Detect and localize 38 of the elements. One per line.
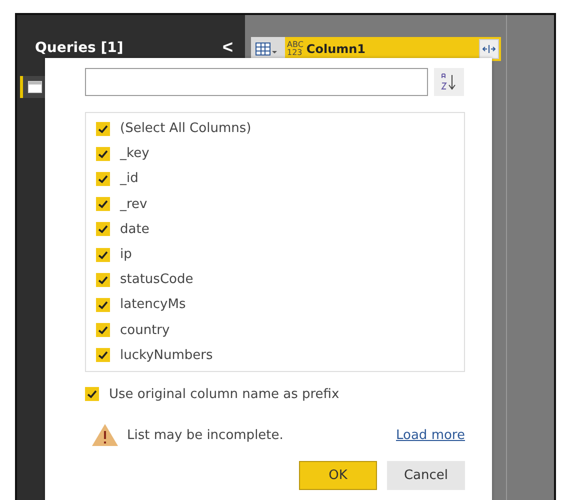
table-menu-icon[interactable]	[255, 41, 279, 57]
expand-button[interactable]	[479, 39, 499, 59]
checkbox[interactable]	[96, 248, 110, 262]
column-option[interactable]: _key	[120, 146, 150, 162]
checkbox[interactable]	[96, 122, 110, 136]
column-option[interactable]: statusCode	[120, 272, 194, 288]
checkbox[interactable]	[96, 172, 110, 186]
column-name: Column1	[306, 42, 367, 56]
warning-text: List may be incomplete.	[127, 428, 284, 443]
checkbox[interactable]	[85, 387, 99, 402]
checkbox[interactable]	[96, 272, 110, 287]
cancel-button[interactable]: Cancel	[387, 461, 465, 490]
column-option[interactable]: date	[120, 222, 150, 237]
column-option[interactable]: _id	[120, 171, 138, 186]
table-icon	[28, 81, 42, 93]
column-option[interactable]: ip	[120, 247, 132, 262]
checkbox[interactable]	[96, 146, 110, 161]
search-field[interactable]	[85, 68, 428, 96]
sort-icon	[440, 73, 458, 91]
collapse-button[interactable]: <	[218, 37, 237, 58]
column-option[interactable]: latencyMs	[120, 297, 186, 312]
sort-button[interactable]	[434, 68, 464, 96]
column-option[interactable]: (Select All Columns)	[120, 121, 252, 136]
panel-title: Queries [1]	[35, 40, 124, 56]
column-option[interactable]: _rev	[120, 196, 148, 212]
expand-icon	[482, 44, 496, 54]
checkbox[interactable]	[96, 298, 110, 312]
type-label[interactable]: ABC 123	[287, 41, 304, 57]
ok-button[interactable]: OK	[299, 461, 377, 490]
checkbox[interactable]	[96, 323, 110, 338]
checkbox[interactable]	[96, 222, 110, 236]
prefix-option[interactable]: Use original column name as prefix	[109, 386, 340, 402]
warning-icon	[91, 423, 119, 448]
checkbox[interactable]	[96, 348, 110, 362]
column-option[interactable]: country	[120, 322, 170, 338]
checkbox[interactable]	[96, 197, 110, 212]
column-option[interactable]: luckyNumbers	[120, 348, 213, 363]
load-more-link[interactable]: Load more	[396, 428, 465, 443]
